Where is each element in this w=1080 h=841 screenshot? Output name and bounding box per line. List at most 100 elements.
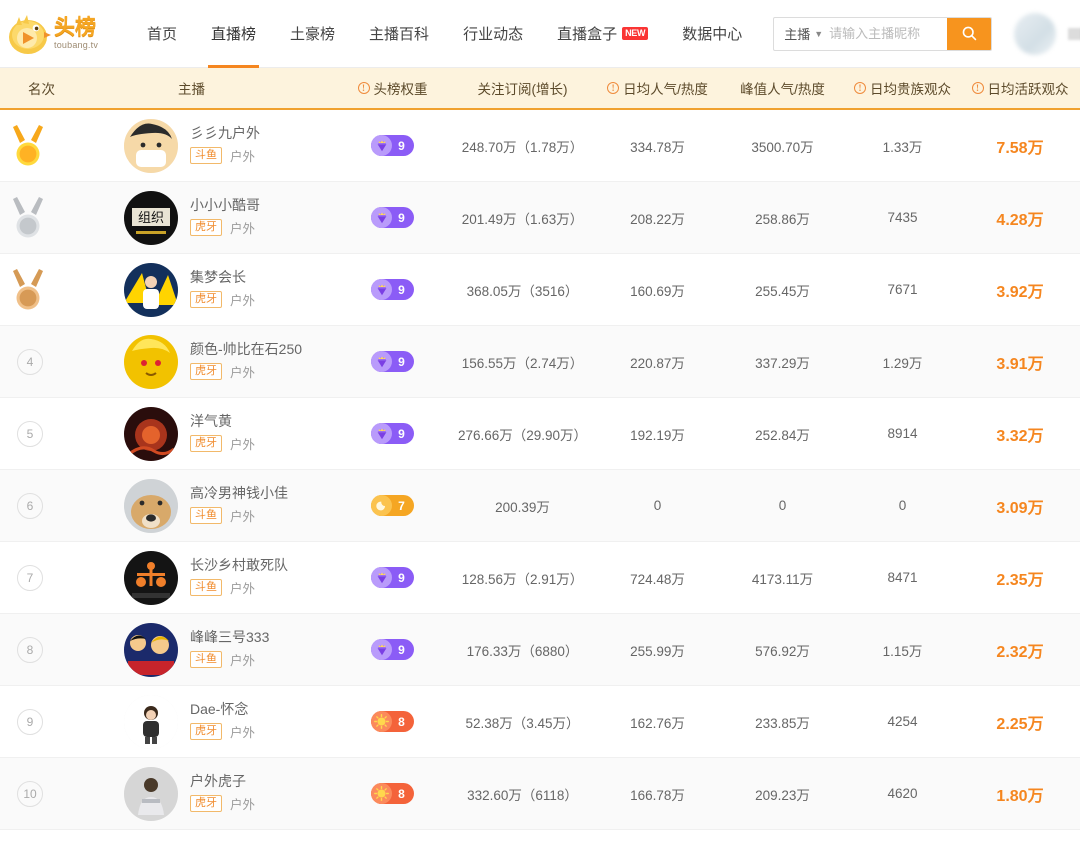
table-row[interactable]: 8 峰峰三号333 斗鱼 户外 9 176.33万（6880） 255.99万 … — [0, 614, 1080, 686]
nav-item-data-center[interactable]: 数据中心 — [665, 0, 759, 68]
anchor-avatar[interactable] — [124, 694, 178, 749]
cell-anchor[interactable]: 长沙乡村敢死队 斗鱼 户外 — [90, 550, 335, 605]
column-header-avg-popularity[interactable]: ! 日均人气/热度 — [595, 78, 720, 98]
search-button[interactable] — [947, 17, 992, 50]
weight-badge[interactable]: 9 — [371, 279, 414, 300]
nav-item-live-box[interactable]: 直播盒子 NEW — [540, 0, 665, 68]
svg-text:组织: 组织 — [138, 210, 164, 225]
platform-tag[interactable]: 虎牙 — [190, 435, 222, 453]
anchor-avatar[interactable] — [124, 766, 178, 821]
weight-badge[interactable]: 9 — [371, 207, 414, 228]
table-row[interactable]: 彡彡九户外 斗鱼 户外 9 248.70万（1.78万） 334.78万 350… — [0, 110, 1080, 182]
table-row[interactable]: 4 颜色-帅比在石250 虎牙 户外 9 156.55万（2.74万） 220.… — [0, 326, 1080, 398]
diamond-icon — [377, 140, 387, 151]
anchor-name[interactable]: 颜色-帅比在石250 — [190, 341, 302, 357]
cell-anchor[interactable]: 颜色-帅比在石250 虎牙 户外 — [90, 334, 335, 389]
avatar[interactable] — [1014, 12, 1057, 55]
platform-tag[interactable]: 虎牙 — [190, 795, 222, 813]
cell-anchor[interactable]: 峰峰三号333 斗鱼 户外 — [90, 622, 335, 677]
user-account-area[interactable] — [1014, 12, 1080, 55]
anchor-avatar[interactable]: 组织 — [124, 190, 178, 245]
anchor-name[interactable]: Dae-怀念 — [190, 701, 255, 717]
search-type-selector[interactable]: 主播 ▼ — [774, 24, 829, 43]
anchor-avatar[interactable] — [124, 118, 178, 173]
cell-peak-popularity: 0 — [778, 498, 787, 513]
weight-badge[interactable]: 9 — [371, 423, 414, 444]
anchor-info: 颜色-帅比在石250 虎牙 户外 — [190, 341, 302, 381]
anchor-avatar[interactable] — [124, 478, 178, 533]
anchor-name[interactable]: 彡彡九户外 — [190, 125, 260, 141]
column-header-anchor[interactable]: 主播 — [90, 78, 335, 98]
info-icon[interactable]: ! — [357, 82, 370, 94]
cell-anchor[interactable]: 集梦会长 虎牙 户外 — [90, 262, 335, 317]
weight-badge[interactable]: 9 — [371, 351, 414, 372]
category-label: 户外 — [230, 294, 256, 309]
platform-tag[interactable]: 斗鱼 — [190, 651, 222, 669]
cell-anchor[interactable]: 洋气黄 虎牙 户外 — [90, 406, 335, 461]
nav-item-home[interactable]: 首页 — [130, 0, 194, 68]
platform-tag[interactable]: 虎牙 — [190, 723, 222, 741]
nav-item-tycoon-rank[interactable]: 土豪榜 — [273, 0, 352, 68]
info-icon[interactable]: ! — [607, 82, 620, 94]
cell-rank: 8 — [0, 636, 90, 663]
diamond-icon — [377, 212, 387, 223]
cell-weight: 9 — [335, 567, 450, 588]
category-label: 户外 — [230, 510, 256, 525]
anchor-name[interactable]: 户外虎子 — [190, 773, 255, 789]
cell-anchor[interactable]: Dae-怀念 虎牙 户外 — [90, 694, 335, 749]
anchor-name[interactable]: 集梦会长 — [190, 269, 255, 285]
sun-icon — [374, 714, 390, 729]
weight-badge[interactable]: 9 — [371, 135, 414, 156]
weight-badge[interactable]: 9 — [371, 567, 414, 588]
table-row[interactable]: 5 洋气黄 虎牙 户外 9 276.66万（29.90万） 192.19万 25… — [0, 398, 1080, 470]
anchor-avatar[interactable] — [124, 262, 178, 317]
info-icon[interactable]: ! — [854, 82, 866, 94]
anchor-name[interactable]: 小小小酷哥 — [190, 197, 260, 213]
column-header-rank[interactable]: 名次 — [0, 78, 90, 98]
nav-item-live-rank[interactable]: 直播榜 — [194, 0, 273, 68]
platform-tag[interactable]: 虎牙 — [190, 363, 222, 381]
platform-tag[interactable]: 斗鱼 — [190, 507, 222, 525]
anchor-avatar[interactable] — [124, 334, 178, 389]
cell-anchor[interactable]: 户外虎子 虎牙 户外 — [90, 766, 335, 821]
column-header-peak-popularity[interactable]: 峰值人气/热度 — [720, 78, 845, 98]
anchor-avatar[interactable] — [124, 622, 178, 677]
weight-badge[interactable]: 8 — [371, 711, 414, 732]
platform-tag[interactable]: 斗鱼 — [190, 147, 222, 165]
column-header-follow[interactable]: 关注订阅(增长) — [450, 78, 595, 98]
cell-active-viewers: 4.28万 — [996, 211, 1044, 229]
cell-anchor[interactable]: 高冷男神钱小佳 斗鱼 户外 — [90, 478, 335, 533]
search-input[interactable] — [829, 17, 948, 50]
anchor-meta: 斗鱼 户外 — [190, 650, 269, 669]
avatar-dog — [124, 478, 178, 533]
table-row[interactable]: 6 高冷男神钱小佳 斗鱼 户外 7 200.39万 0 0 0 3.09万 — [0, 470, 1080, 542]
weight-badge[interactable]: 8 — [371, 783, 414, 804]
site-logo[interactable]: 头榜 toubang.tv — [0, 11, 120, 57]
anchor-name[interactable]: 峰峰三号333 — [190, 629, 269, 645]
anchor-name[interactable]: 长沙乡村敢死队 — [190, 557, 288, 573]
platform-tag[interactable]: 虎牙 — [190, 219, 222, 237]
anchor-avatar[interactable] — [124, 550, 178, 605]
anchor-name[interactable]: 洋气黄 — [190, 413, 255, 429]
platform-tag[interactable]: 虎牙 — [190, 291, 222, 309]
cell-anchor[interactable]: 组织 小小小酷哥 虎牙 户外 — [90, 190, 335, 245]
column-header-weight[interactable]: ! 头榜权重 — [335, 78, 450, 98]
table-row[interactable]: 7 长沙乡村敢死队 斗鱼 户外 9 128.56万（2.91万） 724.48万 — [0, 542, 1080, 614]
info-icon[interactable]: ! — [971, 82, 984, 94]
table-row[interactable]: 组织 小小小酷哥 虎牙 户外 9 201.49万（1.63万） 208.22万 … — [0, 182, 1080, 254]
table-row[interactable]: 9 Dae-怀念 虎牙 户外 8 52.38万（3.45万） 162.76万 2… — [0, 686, 1080, 758]
anchor-avatar[interactable] — [124, 406, 178, 461]
table-row[interactable]: 10 户外虎子 虎牙 户外 8 332.60万（6118） 166.78万 20… — [0, 758, 1080, 830]
weight-badge[interactable]: 7 — [371, 495, 414, 516]
column-header-noble-viewers[interactable]: ! 日均贵族观众 — [845, 78, 960, 98]
nav-item-industry-news[interactable]: 行业动态 — [446, 0, 540, 68]
platform-tag[interactable]: 斗鱼 — [190, 579, 222, 597]
anchor-name[interactable]: 高冷男神钱小佳 — [190, 485, 288, 501]
cell-noble-viewers: 7435 — [887, 210, 918, 225]
chevron-down-icon: ▼ — [814, 28, 824, 39]
column-header-active-viewers[interactable]: ! 日均活跃观众 — [960, 78, 1080, 98]
cell-anchor[interactable]: 彡彡九户外 斗鱼 户外 — [90, 118, 335, 173]
weight-badge[interactable]: 9 — [371, 639, 414, 660]
nav-item-anchor-wiki[interactable]: 主播百科 — [352, 0, 446, 68]
table-row[interactable]: 集梦会长 虎牙 户外 9 368.05万（3516） 160.69万 255.4… — [0, 254, 1080, 326]
